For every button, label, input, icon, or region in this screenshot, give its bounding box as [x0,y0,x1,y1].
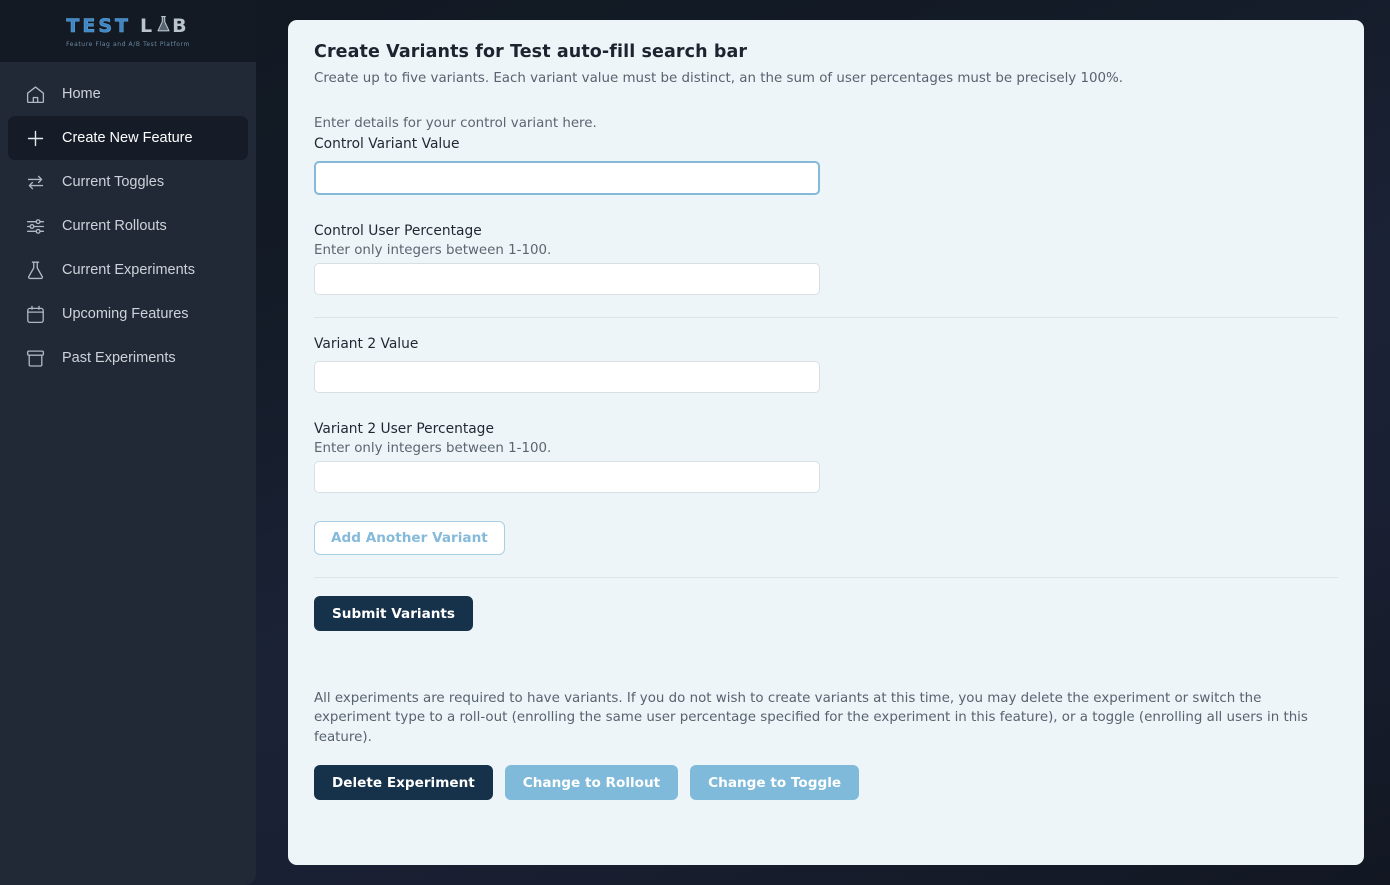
sidebar-item-home[interactable]: Home [8,72,248,116]
variant-2-user-percentage-input[interactable] [314,461,820,493]
add-another-variant-button[interactable]: Add Another Variant [314,521,505,555]
variant-2-value-label: Variant 2 Value [314,336,419,352]
control-variant-value-label: Control Variant Value [314,136,460,152]
bottom-note: All experiments are required to have var… [314,691,1308,745]
logo-subtitle: Feature Flag and A/B Test Platform [66,40,190,48]
logo-letter-l: L [140,15,156,37]
control-variant-value-input[interactable] [314,161,820,195]
submit-variants-button[interactable]: Submit Variants [314,596,474,631]
logo-text-lab: L B [140,15,190,38]
variant-divider [314,317,1338,318]
variant-2-value-input[interactable] [314,361,820,393]
main-panel: Create Variants for Test auto-fill searc… [288,20,1364,865]
home-icon [24,83,46,105]
sidebar-item-label: Current Toggles [62,174,165,190]
sidebar-item-label: Home [62,86,101,102]
sidebar: TEST L B Feature Flag and A/B Test Platf… [0,0,256,885]
sidebar-item-label: Create New Feature [62,130,193,146]
logo-letter-b: B [172,15,190,37]
flask-icon [24,259,46,281]
delete-experiment-button[interactable]: Delete Experiment [314,765,493,801]
logo-text-test: TEST [66,15,131,38]
sidebar-item-current-experiments[interactable]: Current Experiments [8,248,248,292]
sidebar-item-label: Current Rollouts [62,218,167,234]
bottom-actions: Delete Experiment Change to Rollout Chan… [314,765,1338,801]
flask-icon [156,15,171,38]
variant-2-user-percentage-label: Variant 2 User Percentage [314,421,494,437]
sidebar-item-label: Past Experiments [62,350,176,366]
sidebar-item-label: Current Experiments [62,262,195,278]
sidebar-item-current-rollouts[interactable]: Current Rollouts [8,204,248,248]
sidebar-nav: Home Create New Feature Current Toggles [0,62,256,885]
sidebar-item-upcoming-features[interactable]: Upcoming Features [8,292,248,336]
sidebar-item-current-toggles[interactable]: Current Toggles [8,160,248,204]
page-subtitle: Create up to five variants. Each variant… [314,71,1124,86]
submit-divider [314,577,1338,578]
change-to-rollout-button[interactable]: Change to Rollout [504,765,679,801]
control-user-percentage-label: Control User Percentage [314,223,482,239]
control-user-percentage-input[interactable] [314,263,820,295]
sidebar-item-past-experiments[interactable]: Past Experiments [8,336,248,380]
variant-2-user-percentage-helper: Enter only integers between 1-100. [314,441,552,456]
swap-arrows-icon [24,171,46,193]
logo-wordmark: TEST L B [66,15,189,38]
sidebar-item-label: Upcoming Features [62,306,189,322]
control-variant-intro: Enter details for your control variant h… [314,116,597,131]
sidebar-item-create-new-feature[interactable]: Create New Feature [8,116,248,160]
change-to-toggle-button[interactable]: Change to Toggle [690,765,860,801]
page-title: Create Variants for Test auto-fill searc… [314,42,748,62]
calendar-icon [24,303,46,325]
plus-icon [24,127,46,149]
control-user-percentage-helper: Enter only integers between 1-100. [314,243,552,258]
app-logo[interactable]: TEST L B Feature Flag and A/B Test Platf… [0,0,256,62]
sliders-icon [24,215,46,237]
archive-icon [24,347,46,369]
